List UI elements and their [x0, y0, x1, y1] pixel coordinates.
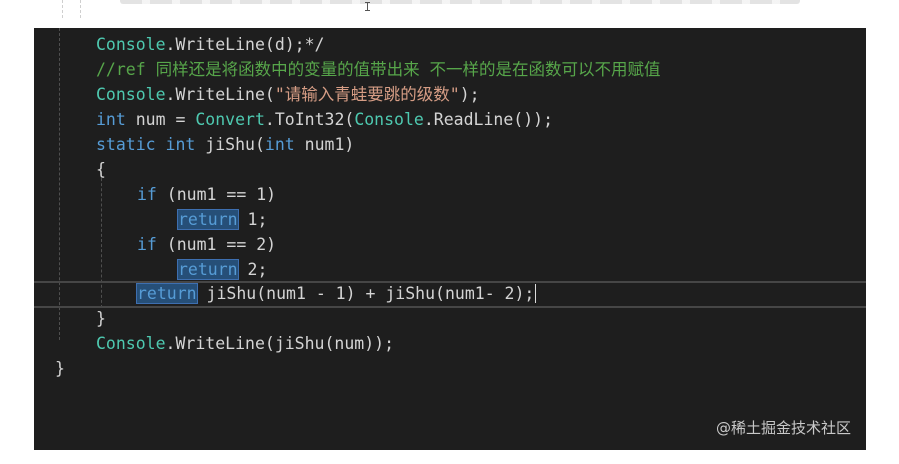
code-token: Convert [195, 110, 265, 129]
code-token: .WriteLine(jiShu(num)); [165, 334, 395, 353]
code-line-10[interactable]: return 2; [177, 257, 268, 282]
code-editor[interactable]: Console.WriteLine(d);*/ //ref 同样还是将函数中的变… [34, 28, 866, 450]
cropped-text-row [120, 0, 800, 4]
code-token: } [96, 309, 106, 328]
code-line-7[interactable]: if (num1 == 1) [137, 182, 276, 207]
code-line-4[interactable]: int num = Convert.ToInt32(Console.ReadLi… [96, 107, 553, 132]
code-keyword: int [96, 110, 126, 129]
code-token: Console [96, 35, 166, 54]
code-line-2[interactable]: //ref 同样还是将函数中的变量的值带出来 不一样的是在函数可以不用赋值 [96, 57, 661, 82]
code-token: } [55, 359, 65, 378]
code-line-6[interactable]: { [96, 157, 106, 182]
mouse-ibeam-cursor-icon [365, 2, 370, 11]
code-keyword: int [264, 135, 295, 154]
code-token: .ReadLine()); [423, 110, 553, 129]
code-token: Console [354, 110, 424, 129]
code-token: 2; [237, 260, 268, 279]
code-line-13[interactable]: Console.WriteLine(jiShu(num)); [96, 331, 394, 356]
watermark: @稀土掘金技术社区 [715, 419, 851, 437]
code-token: Console [96, 85, 166, 104]
code-comment: //ref 同样还是将函数中的变量的值带出来 不一样的是在函数可以不用赋值 [96, 60, 661, 79]
text-caret [535, 284, 537, 303]
code-token: jiShu(num1 - 1) + jiShu(num1- 2); [196, 284, 535, 303]
code-token: .ToInt32( [264, 110, 355, 129]
code-line-1[interactable]: Console.WriteLine(d);*/ [96, 32, 325, 57]
code-keyword-highlighted: return [136, 283, 198, 304]
code-keyword: if [137, 235, 157, 254]
code-line-8[interactable]: return 1; [177, 207, 268, 232]
code-keyword: static [96, 135, 156, 154]
code-line-14[interactable]: } [55, 356, 65, 381]
code-line-11[interactable]: return jiShu(num1 - 1) + jiShu(num1- 2); [136, 281, 537, 306]
indent-guide [80, 0, 82, 18]
code-token: 1; [237, 210, 268, 229]
code-keyword: if [137, 185, 157, 204]
code-line-3[interactable]: Console.WriteLine("请输入青蛙要跳的级数"); [96, 82, 480, 107]
code-token: num1) [294, 135, 355, 154]
bottom-strip [0, 450, 899, 464]
indent-guide [62, 0, 64, 18]
code-string: "请输入青蛙要跳的级数" [274, 85, 460, 104]
code-token: num = [125, 110, 196, 129]
top-strip-partial-content [0, 0, 899, 28]
code-token: (num1 == 1) [156, 185, 277, 204]
code-token: (num1 == 2) [156, 235, 277, 254]
code-token: ); [459, 85, 480, 104]
code-keyword-highlighted: return [177, 259, 239, 280]
code-token: Console [96, 334, 166, 353]
code-line-12[interactable]: } [96, 306, 106, 331]
code-token: .WriteLine( [165, 85, 275, 104]
code-token: jiShu( [195, 135, 265, 154]
code-token: .WriteLine(d);*/ [165, 35, 325, 54]
code-line-5[interactable]: static int jiShu(int num1) [96, 132, 354, 157]
code-line-9[interactable]: if (num1 == 2) [137, 232, 276, 257]
code-keyword-highlighted: return [177, 209, 239, 230]
code-keyword: int [165, 135, 196, 154]
code-token: { [96, 160, 106, 179]
